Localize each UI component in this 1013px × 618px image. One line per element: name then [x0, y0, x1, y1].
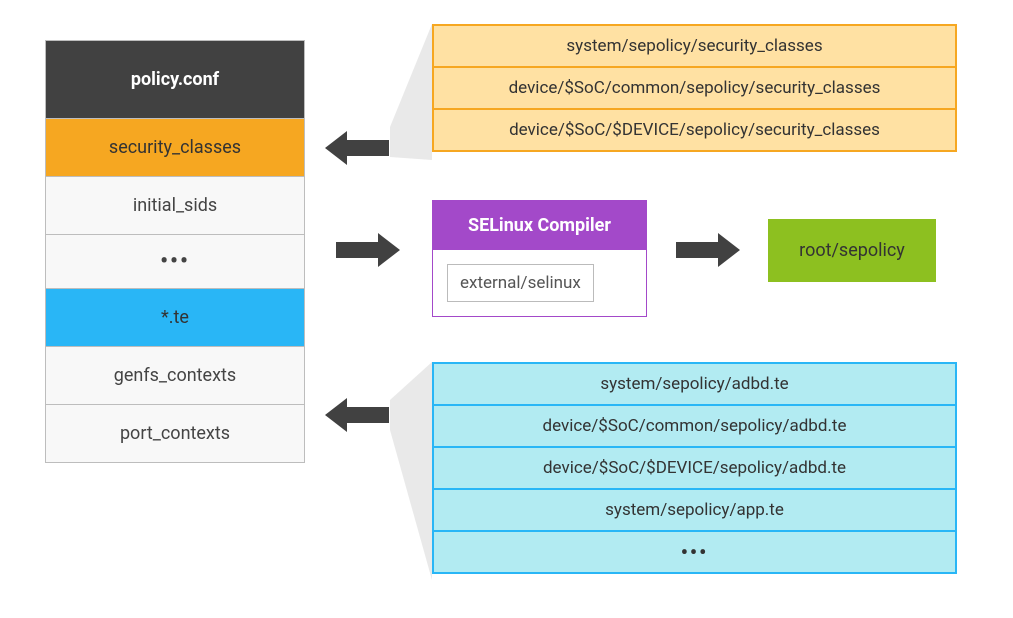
- sec-row: device/$SoC/common/sepolicy/security_cla…: [434, 68, 955, 110]
- policy-stack: policy.conf security_classes initial_sid…: [45, 40, 305, 463]
- te-row: system/sepolicy/app.te: [434, 490, 955, 532]
- policy-row-ellipsis: •••: [46, 235, 304, 289]
- compiler-path: external/selinux: [447, 264, 594, 302]
- sec-row: device/$SoC/$DEVICE/sepolicy/security_cl…: [434, 110, 955, 150]
- policy-row-te: *.te: [46, 289, 304, 347]
- security-classes-table: system/sepolicy/security_classes device/…: [432, 24, 957, 152]
- te-row: device/$SoC/$DEVICE/sepolicy/adbd.te: [434, 448, 955, 490]
- policy-row-security-classes: security_classes: [46, 119, 304, 177]
- arrow-left-icon: [325, 395, 389, 435]
- te-table: system/sepolicy/adbd.te device/$SoC/comm…: [432, 362, 957, 574]
- compiler-title: SELinux Compiler: [433, 201, 646, 250]
- policy-row-port: port_contexts: [46, 405, 304, 462]
- arrow-right-icon: [676, 230, 740, 270]
- arrow-right-icon: [336, 230, 400, 270]
- compiler-box: SELinux Compiler external/selinux: [432, 200, 647, 317]
- policy-row-initial-sids: initial_sids: [46, 177, 304, 235]
- te-row: device/$SoC/common/sepolicy/adbd.te: [434, 406, 955, 448]
- policy-header: policy.conf: [46, 41, 304, 119]
- sec-row: system/sepolicy/security_classes: [434, 26, 955, 68]
- policy-row-genfs: genfs_contexts: [46, 347, 304, 405]
- output-box: root/sepolicy: [768, 219, 936, 282]
- te-row: system/sepolicy/adbd.te: [434, 364, 955, 406]
- te-row-ellipsis: •••: [434, 532, 955, 572]
- arrow-left-icon: [325, 128, 389, 168]
